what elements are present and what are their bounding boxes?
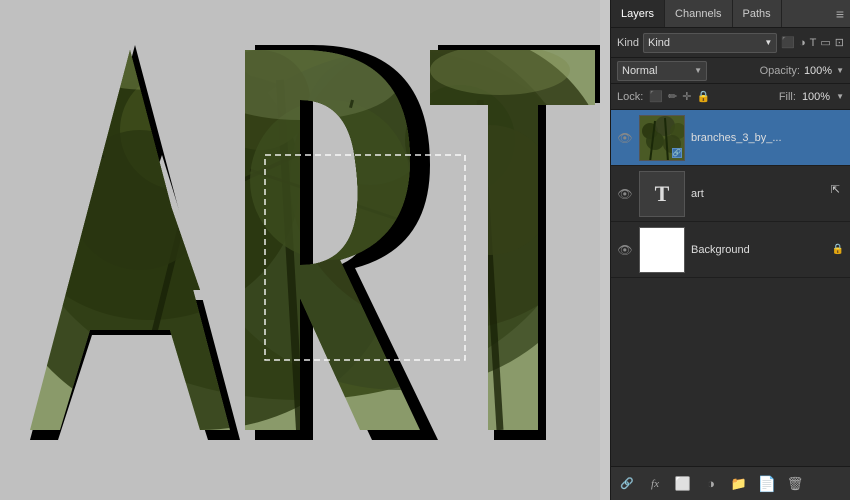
layer-name-background: Background bbox=[691, 244, 828, 256]
layer-row-art[interactable]: 👁 T art ⇱ bbox=[611, 166, 850, 222]
type-filter-icon[interactable]: T bbox=[810, 37, 817, 49]
tab-channels[interactable]: Channels bbox=[665, 0, 732, 27]
visibility-branches[interactable]: 👁 bbox=[617, 131, 633, 145]
delete-layer-button[interactable]: 🗑 bbox=[785, 476, 805, 492]
blend-mode-row: Normal ▼ Opacity: 100% ▼ bbox=[611, 58, 850, 84]
smartobject-filter-icon[interactable]: ⊡ bbox=[835, 36, 844, 49]
lock-all-icon[interactable]: 🔒 bbox=[696, 90, 710, 103]
new-group-button[interactable]: 📁 bbox=[729, 476, 749, 492]
lock-label: Lock: bbox=[617, 91, 643, 103]
lock-paint-icon[interactable]: ✏ bbox=[668, 90, 677, 103]
lock-row: Lock: ⬛ ✏ ✛ 🔒 Fill: 100% ▼ bbox=[611, 84, 850, 110]
layer-name-art: art bbox=[691, 188, 835, 200]
kind-row: Kind Kind ▼ ⬛ ◑ T ▭ ⊡ bbox=[611, 28, 850, 58]
kind-dropdown-arrow: ▼ bbox=[764, 38, 772, 47]
fill-label: Fill: bbox=[779, 91, 796, 103]
blend-arrow: ▼ bbox=[694, 66, 702, 75]
adjustment-layer-button[interactable]: ◑ bbox=[701, 476, 721, 491]
thumb-link-branches: 🔗 bbox=[672, 148, 682, 158]
panel-menu-button[interactable]: ≡ bbox=[830, 0, 850, 27]
kind-filter-icons: ⬛ ◑ T ▭ ⊡ bbox=[781, 36, 844, 49]
layer-thumb-background bbox=[639, 227, 685, 273]
kind-dropdown[interactable]: Kind ▼ bbox=[643, 33, 777, 53]
layer-thumb-art: T bbox=[639, 171, 685, 217]
link-layers-button[interactable]: 🔗 bbox=[617, 477, 637, 490]
layers-panel: Layers Channels Paths ≡ Kind Kind ▼ ⬛ ◑ … bbox=[610, 0, 850, 500]
layer-name-branches: branches_3_by_... bbox=[691, 132, 844, 144]
panel-bottom-toolbar: 🔗 fx ⬜ ◑ 📁 📄 🗑 bbox=[611, 466, 850, 500]
lock-icons: ⬛ ✏ ✛ 🔒 bbox=[649, 90, 710, 103]
pixel-filter-icon[interactable]: ⬛ bbox=[781, 36, 795, 49]
cursor-move-icon: ⇱ bbox=[831, 183, 840, 196]
new-layer-button[interactable]: 📄 bbox=[757, 475, 777, 493]
layers-list: 👁 🔗 branches_3_by bbox=[611, 110, 850, 466]
layer-row-branches[interactable]: 👁 🔗 branches_3_by bbox=[611, 110, 850, 166]
adjustment-filter-icon[interactable]: ◑ bbox=[799, 37, 806, 49]
kind-label: Kind bbox=[617, 37, 639, 49]
layer-fx-button[interactable]: fx bbox=[645, 478, 665, 490]
add-mask-button[interactable]: ⬜ bbox=[673, 476, 693, 492]
opacity-value[interactable]: 100% bbox=[804, 65, 832, 77]
opacity-label: Opacity: bbox=[760, 65, 800, 77]
fill-arrow: ▼ bbox=[836, 92, 844, 101]
lock-move-icon[interactable]: ✛ bbox=[682, 90, 691, 103]
fill-value[interactable]: 100% bbox=[802, 91, 830, 103]
lock-transparent-icon[interactable]: ⬛ bbox=[649, 90, 663, 103]
layer-lock-icon-background: 🔒 bbox=[832, 244, 844, 255]
opacity-arrow: ▼ bbox=[836, 66, 844, 75]
visibility-background[interactable]: 👁 bbox=[617, 243, 633, 257]
tab-layers[interactable]: Layers bbox=[611, 0, 665, 27]
tab-paths[interactable]: Paths bbox=[733, 0, 782, 27]
text-layer-t-icon: T bbox=[655, 181, 670, 207]
layer-row-background[interactable]: 👁 Background 🔒 bbox=[611, 222, 850, 278]
visibility-art[interactable]: 👁 bbox=[617, 187, 633, 201]
layer-thumb-branches: 🔗 bbox=[639, 115, 685, 161]
panel-tabs: Layers Channels Paths ≡ bbox=[611, 0, 850, 28]
blend-mode-dropdown[interactable]: Normal ▼ bbox=[617, 61, 707, 81]
canvas-area bbox=[0, 0, 600, 500]
shape-filter-icon[interactable]: ▭ bbox=[820, 36, 830, 49]
